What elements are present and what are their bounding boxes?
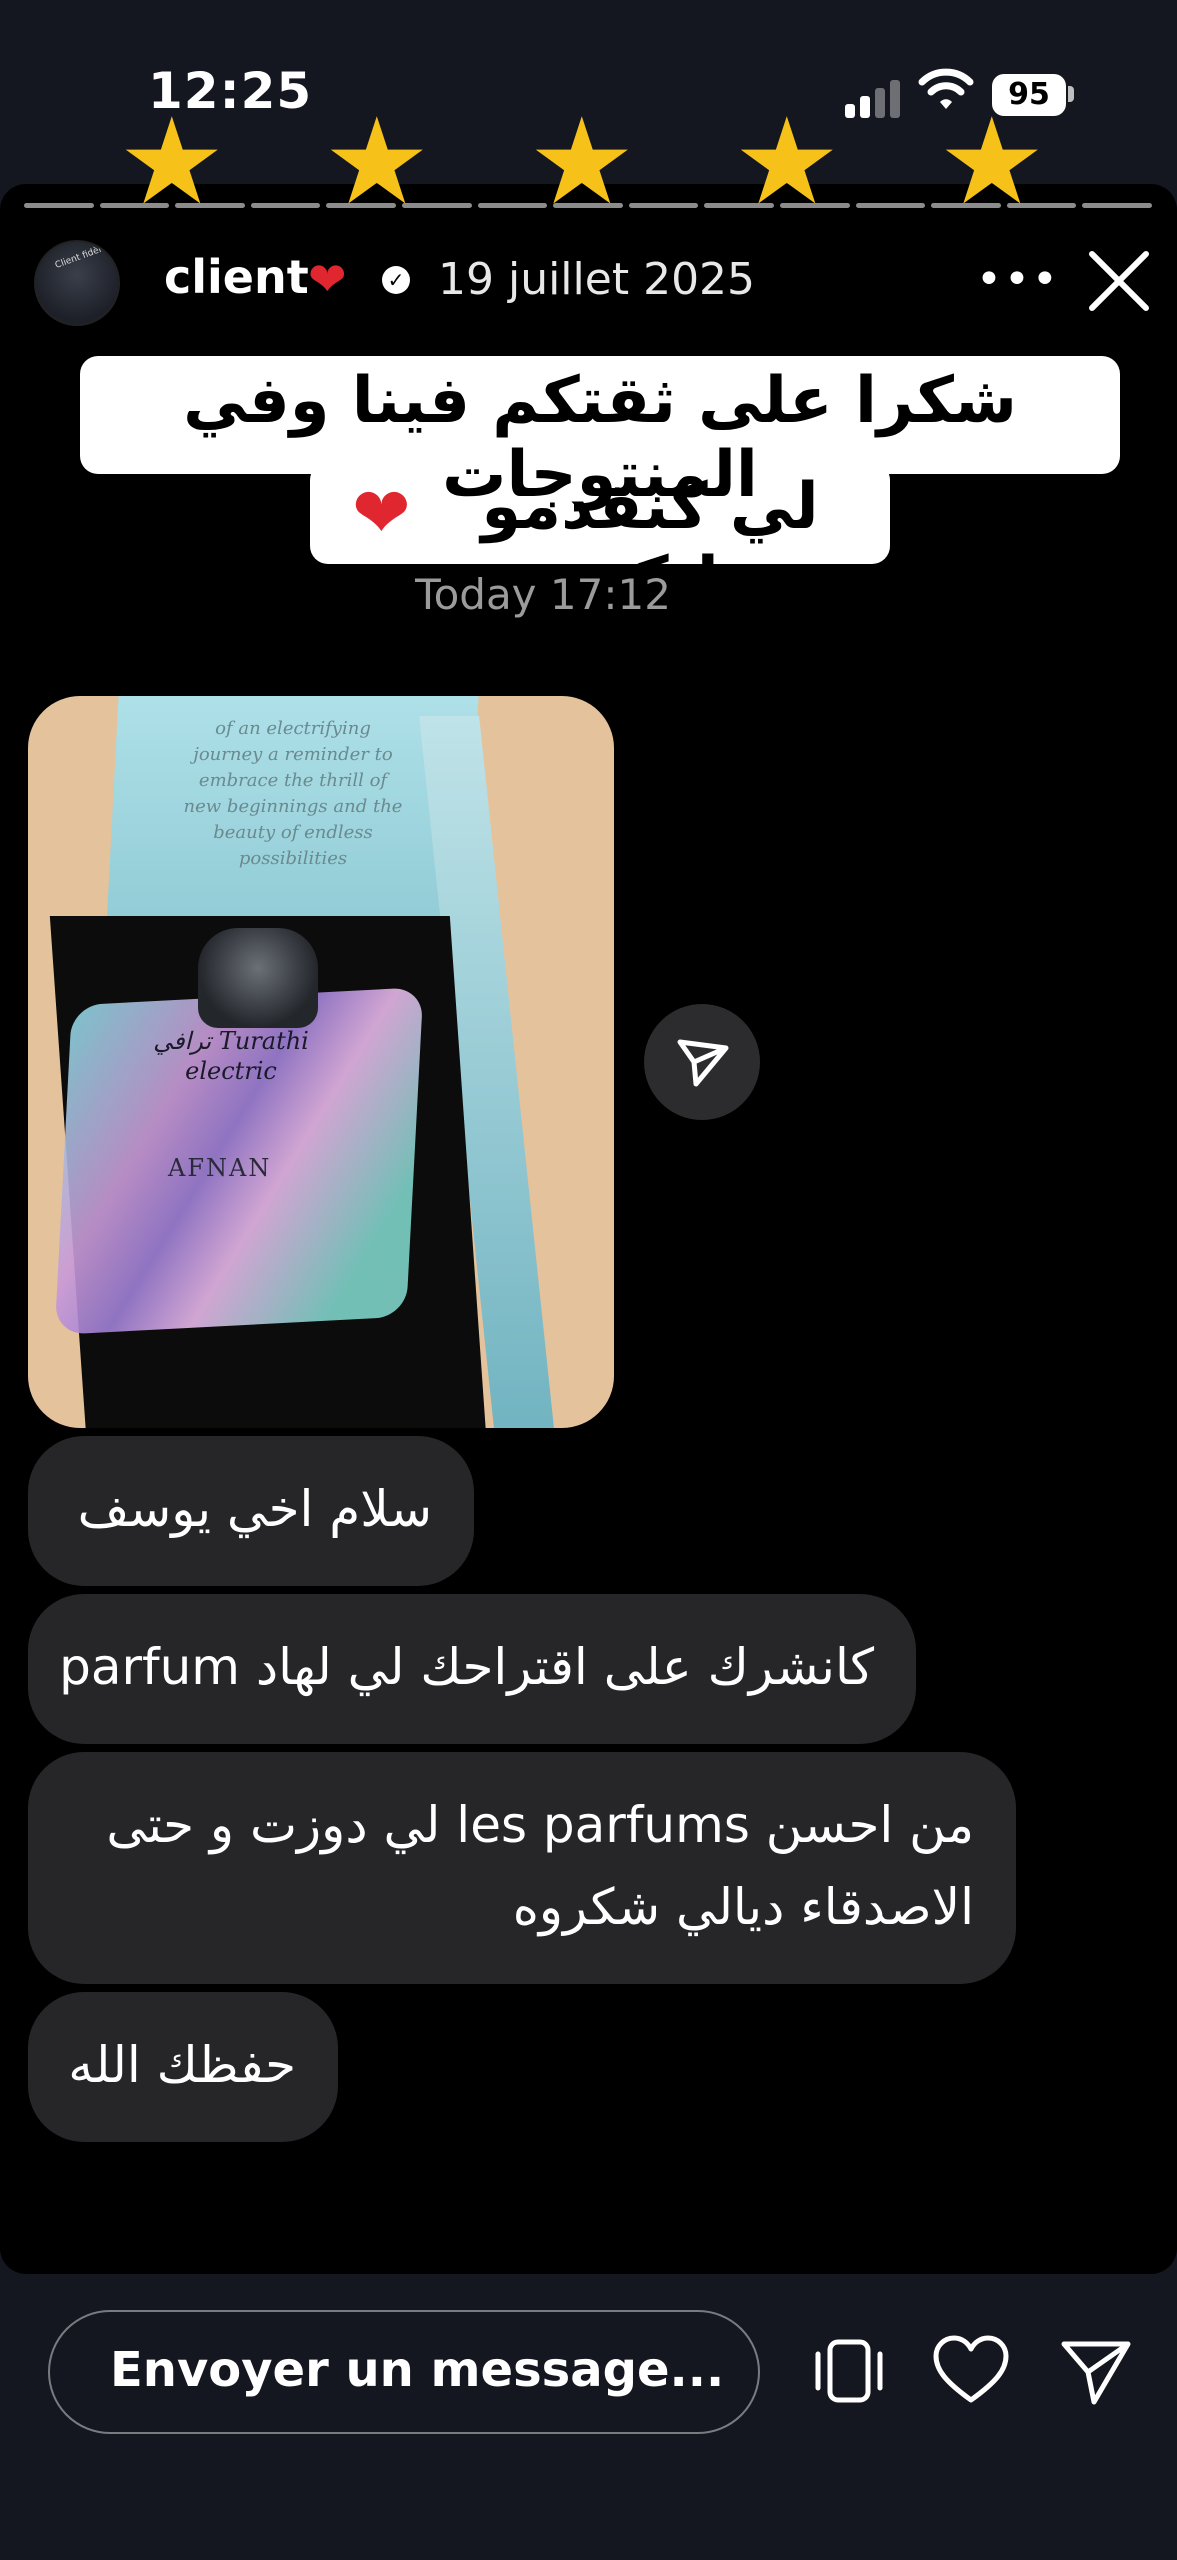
message-text: حفظك الله [68, 2036, 296, 2094]
send-icon [677, 1039, 729, 1087]
bottle-brand: AFNAN [168, 1154, 272, 1182]
more-icon[interactable]: ••• [976, 254, 1060, 305]
star-icon: ★ [118, 93, 226, 232]
avatar-label: Client fidèle [53, 243, 108, 271]
verified-icon: ✓ [382, 266, 410, 294]
star-icon: ★ [528, 93, 636, 232]
message-text: الاصدقاء ديالي شكروه [512, 1878, 974, 1936]
star-icon: ★ [323, 93, 431, 232]
message-text: سلام اخي يوسف [77, 1480, 432, 1538]
message-bubble[interactable]: سلام اخي يوسف [28, 1436, 474, 1586]
heart-icon: ❤ [308, 252, 347, 306]
message-bubble[interactable]: حفظك الله [28, 1992, 338, 2142]
message-bubble[interactable]: كانشرك على اقتراحك لي لهاد parfum [28, 1594, 916, 1744]
avatar[interactable]: Client fidèle [34, 240, 120, 326]
like-heart-icon[interactable] [926, 2326, 1016, 2416]
username[interactable]: client [164, 250, 309, 304]
close-icon[interactable] [1084, 246, 1154, 316]
star-rating: ★ ★ ★ ★ ★ [0, 93, 1177, 232]
lid-text: of an electrifying journey a reminder to… [183, 718, 403, 869]
star-icon: ★ [733, 93, 841, 232]
chat-timestamp: Today 17:12 [415, 570, 671, 619]
heart-icon: ❤ [352, 472, 411, 554]
message-placeholder: Envoyer un message... [110, 2342, 725, 2398]
sticker-icon[interactable] [804, 2326, 894, 2416]
star-icon: ★ [938, 93, 1046, 232]
message-text: من احسن les parfums لي دوزت و حتى [106, 1796, 974, 1854]
shared-photo[interactable]: of an electrifying journey a reminder to… [28, 696, 614, 1428]
story-date: 19 juillet 2025 [438, 254, 756, 305]
message-text: كانشرك على اقتراحك لي لهاد parfum [59, 1638, 874, 1696]
share-photo-button[interactable] [644, 1004, 760, 1120]
send-icon[interactable] [1050, 2326, 1140, 2416]
bottle-label: ترافي Turathi electric [153, 1027, 309, 1085]
bottle-cap [198, 928, 318, 1028]
message-input[interactable]: Envoyer un message... [48, 2310, 760, 2434]
message-bubble[interactable]: من احسن les parfums لي دوزت و حتى الاصدق… [28, 1752, 1016, 1984]
battery-tip [1068, 86, 1074, 102]
